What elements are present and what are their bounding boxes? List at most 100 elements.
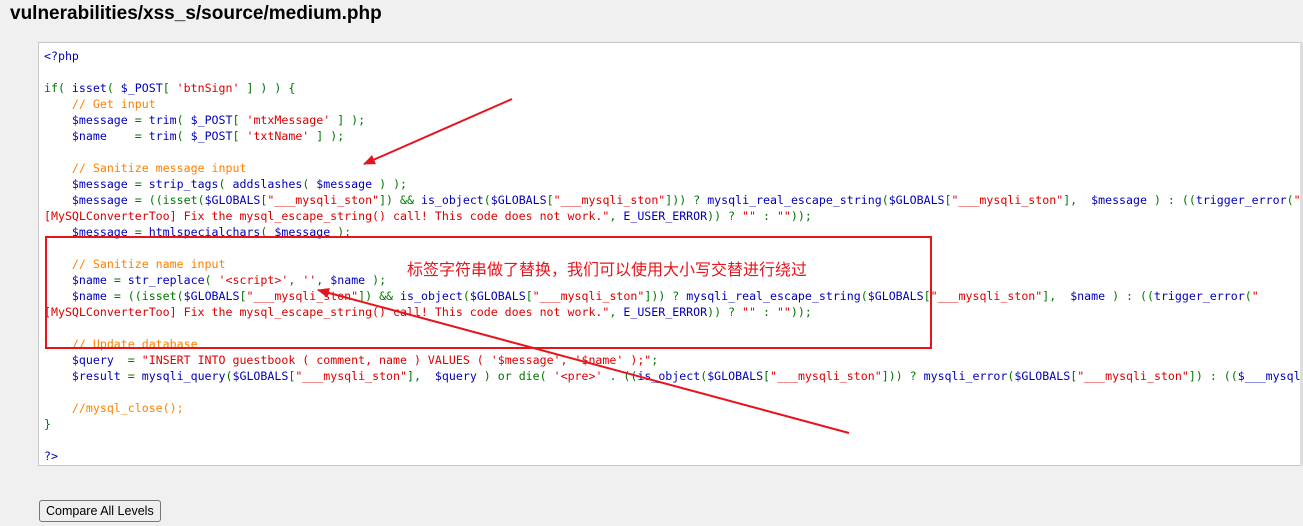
code-token: // Get input <box>44 97 156 111</box>
code-token: ] ) ) { <box>239 81 296 95</box>
code-token: ], <box>1063 193 1092 207</box>
code-token: ( <box>176 113 191 127</box>
code-token: ( <box>176 129 191 143</box>
source-code: <?php if( isset( $_POST[ 'btnSign' ] ) )… <box>39 43 1303 464</box>
code-token: ( <box>860 289 868 303</box>
code-token: ], <box>407 369 435 383</box>
code-line: $message = htmlspecialchars( $message ); <box>44 224 1303 240</box>
code-token: "" <box>742 305 756 319</box>
code-token: : <box>756 305 777 319</box>
code-token: $GLOBALS <box>867 289 924 303</box>
code-token: 'txtName' <box>246 129 310 143</box>
code-line: [MySQLConverterToo] Fix the mysql_escape… <box>44 208 1303 224</box>
code-line: } <box>44 416 1303 432</box>
code-line: $message = trim( $_POST[ 'mtxMessage' ] … <box>44 112 1303 128</box>
code-token: ] ); <box>309 129 345 143</box>
code-token: = <box>134 113 149 127</box>
code-token: = <box>127 369 142 383</box>
code-token: $GLOBALS <box>469 289 526 303</box>
code-token: } <box>44 417 51 431</box>
code-line: $message = ((isset($GLOBALS["___mysqli_s… <box>44 192 1303 208</box>
code-token: "___mysqli_ston" <box>930 289 1043 303</box>
code-token: $name <box>44 289 114 303</box>
code-token: E_USER_ERROR <box>623 305 708 319</box>
code-token: $message <box>316 177 380 191</box>
code-token: $message <box>44 193 135 207</box>
code-token: $GLOBALS <box>707 369 764 383</box>
code-token: ]) && <box>379 193 421 207</box>
code-token: trim <box>148 113 177 127</box>
code-token: )); <box>790 305 812 319</box>
code-line: // Sanitize message input <box>44 160 1303 176</box>
code-line: // Get input <box>44 96 1303 112</box>
code-token: $query <box>434 369 484 383</box>
code-token: ( <box>204 273 219 287</box>
code-line: //mysql_close(); <box>44 400 1303 416</box>
code-token: $message <box>44 225 135 239</box>
code-token: $_POST <box>120 81 163 95</box>
code-line: if( isset( $_POST[ 'btnSign' ] ) ) { <box>44 80 1303 96</box>
code-token: is_object <box>400 289 463 303</box>
code-token: = <box>113 273 128 287</box>
code-token: $message <box>274 225 338 239</box>
code-line: $message = strip_tags( addslashes( $mess… <box>44 176 1303 192</box>
code-token: [ <box>162 81 177 95</box>
code-token: "___mysqli_ston" <box>267 193 380 207</box>
code-token: $message <box>44 177 135 191</box>
code-token: "___mysqli_ston" <box>553 193 666 207</box>
code-token: mysqli_real_escape_string <box>686 289 861 303</box>
code-token: mysqli_query <box>141 369 226 383</box>
compare-all-levels-button[interactable]: Compare All Levels <box>39 500 161 522</box>
code-token: = <box>134 129 149 143</box>
code-token: is_object <box>420 193 484 207</box>
code-token: ( <box>302 177 317 191</box>
code-token: " <box>1251 289 1259 303</box>
code-token: ] ); <box>330 113 366 127</box>
code-token: ( <box>881 193 889 207</box>
code-token: )) ? <box>707 305 743 319</box>
code-token: ( <box>1244 289 1252 303</box>
code-token: ) ); <box>379 177 408 191</box>
code-token: $GLOBALS <box>183 289 240 303</box>
code-token: ( <box>218 177 233 191</box>
code-token: $_POST <box>190 129 233 143</box>
code-token: // Update database <box>44 337 198 351</box>
code-token: str_replace <box>127 273 205 287</box>
code-token: "___mysqli_ston" <box>246 289 359 303</box>
code-line: ?> <box>44 448 1303 464</box>
code-token: '' <box>302 273 317 287</box>
code-token: mysqli_real_escape_string <box>707 193 882 207</box>
code-token: )) ? <box>707 209 743 223</box>
code-token: = <box>134 177 149 191</box>
code-token: $name <box>44 129 135 143</box>
code-token: "___mysqli_ston" <box>295 369 407 383</box>
annotation-note: 标签字符串做了替换，我们可以使用大小写交替进行绕过 <box>407 260 808 279</box>
code-token: trigger_error <box>1195 193 1287 207</box>
code-token: $GLOBALS <box>204 193 261 207</box>
code-token: // Sanitize name input <box>44 257 226 271</box>
code-token: '<pre>' <box>553 369 603 383</box>
code-token: E_USER_ERROR <box>623 209 708 223</box>
code-line: <?php <box>44 48 1303 64</box>
code-token: ])) ? <box>665 193 708 207</box>
code-token: ]) : (( <box>1188 369 1238 383</box>
code-line: $query = "INSERT INTO guestbook ( commen… <box>44 352 1303 368</box>
code-token: strip_tags <box>148 177 219 191</box>
code-token: trim <box>148 129 177 143</box>
code-token: = ((isset( <box>113 289 184 303</box>
code-token: $result <box>44 369 128 383</box>
code-token: ; <box>651 353 659 367</box>
code-token: [MySQLConverterToo] Fix the mysql_escape… <box>44 305 610 319</box>
code-token: mysqli_error <box>923 369 1008 383</box>
code-token: $name <box>330 273 373 287</box>
code-token: '<script>' <box>218 273 289 287</box>
code-token: ?> <box>44 449 58 463</box>
code-token: ], <box>1042 289 1071 303</box>
code-token: ) : (( <box>1153 193 1196 207</box>
code-token: <?php <box>44 49 79 63</box>
code-token: "___mysqli_ston" <box>532 289 645 303</box>
